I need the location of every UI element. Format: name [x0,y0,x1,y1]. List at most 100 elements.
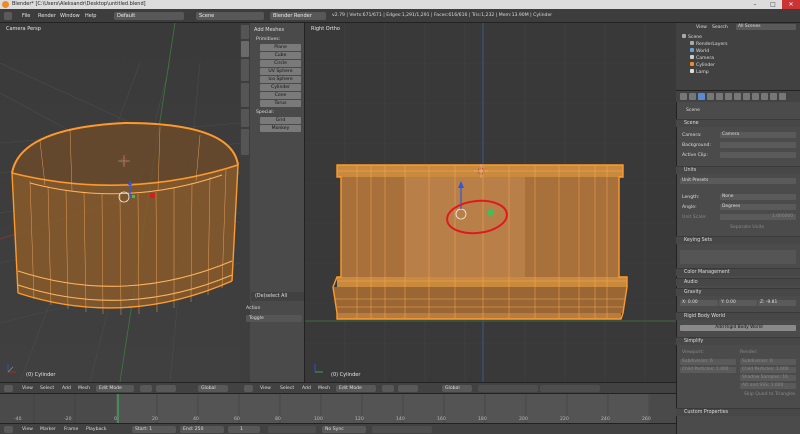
camera-field[interactable]: Camera [720,132,796,138]
right-3d-viewport[interactable]: Right Ortho (0) Cylinder [305,23,676,382]
unit-scale-field[interactable]: 1.000000 [720,214,796,220]
scene-panel-header[interactable]: Scene [676,119,800,127]
last-operator-header[interactable]: (De)select All [251,292,304,301]
add-uv-sphere-button[interactable]: UV Sphere [260,68,301,75]
menu-render[interactable]: Render [38,12,56,20]
sync-mode-dropdown[interactable]: No Sync [322,426,366,433]
menu-window[interactable]: Window [60,12,80,20]
end-frame-field[interactable]: End: 250 [180,426,224,433]
add-meshes-header[interactable]: Add Meshes [254,27,284,33]
left-select-menu[interactable]: Select [40,385,54,392]
world-context-icon[interactable] [707,93,714,100]
outliner-search-menu[interactable]: Search [712,25,728,30]
add-cube-button[interactable]: Cube [260,52,301,59]
right-pivot-dropdown[interactable] [398,385,418,392]
screen-layout-dropdown[interactable]: Default [114,12,184,20]
timeline[interactable]: -40 -20 0 20 40 60 80 100 120 140 160 18… [0,393,676,424]
shadow-samples-field[interactable]: Shadow Samples: 16 [740,375,796,381]
left-add-menu[interactable]: Add [62,385,71,392]
add-ico-sphere-button[interactable]: Ico Sphere [260,76,301,83]
right-editor-type-icon[interactable] [244,385,253,392]
audio-panel-header[interactable]: Audio [676,278,800,286]
start-frame-field[interactable]: Start: 1 [132,426,176,433]
minimize-button[interactable]: – [746,0,764,9]
skip-quad-to-triangles-checkbox[interactable]: Skip Quad to Triangles [744,392,795,397]
gravity-z-field[interactable]: Z: -9.81 [758,300,796,306]
color-management-panel-header[interactable]: Color Management [676,268,800,276]
physics-context-icon[interactable] [779,93,786,100]
timeline-frame-menu[interactable]: Frame [64,426,78,433]
background-field[interactable] [720,142,796,148]
scene-dropdown[interactable]: Scene [196,12,264,20]
left-pivot-dropdown[interactable] [156,385,176,392]
left-mode-dropdown[interactable]: Edit Mode [96,385,134,392]
add-cone-button[interactable]: Cone [260,92,301,99]
scene-context-icon[interactable] [698,93,705,100]
constraints-context-icon[interactable] [725,93,732,100]
right-shading-dropdown[interactable] [382,385,394,392]
tab-tools[interactable] [241,25,249,39]
select-mode-buttons[interactable] [478,385,538,392]
right-mesh-menu[interactable]: Mesh [318,385,330,392]
add-torus-button[interactable]: Torus [260,100,301,107]
outliner-row-lamp[interactable]: Lamp [690,69,709,75]
gravity-panel-header[interactable]: Gravity [676,288,800,296]
active-clip-field[interactable] [720,152,796,158]
outliner-row-world[interactable]: World [690,48,709,54]
tab-create[interactable] [241,41,249,57]
tab-physics[interactable] [241,109,249,127]
current-frame-field[interactable]: 1 [228,426,260,433]
timeline-marker-menu[interactable]: Marker [40,426,56,433]
simplify-panel-header[interactable]: Simplify [676,337,800,345]
add-cylinder-button[interactable]: Cylinder [260,84,301,91]
render-engine-dropdown[interactable]: Blender Render [270,12,326,20]
left-3d-viewport[interactable]: Camera Persp (0) Cylinder [0,23,240,382]
outliner-row-camera[interactable]: Camera [690,55,714,61]
ao-sss-field[interactable]: AO and SSS: 1.000 [740,383,796,389]
left-orientation-dropdown[interactable]: Global [198,385,228,392]
outliner-view-menu[interactable]: View [696,25,707,30]
editor-type-icon[interactable] [4,12,12,20]
add-rigid-body-world-button[interactable]: Add Rigid Body World [680,325,796,331]
texture-context-icon[interactable] [761,93,768,100]
outliner-row-cylinder[interactable]: Cylinder [690,62,715,68]
custom-properties-panel-header[interactable]: Custom Properties [676,408,800,416]
angle-dropdown[interactable]: Degrees [720,204,796,210]
viewport-subdivision-field[interactable]: Subdivision: 6 [680,359,736,365]
tab-grease-pencil[interactable] [241,129,249,155]
particles-context-icon[interactable] [770,93,777,100]
right-select-menu[interactable]: Select [280,385,294,392]
tab-animation[interactable] [241,83,249,107]
render-child-particles-field[interactable]: Child Particles: 1.000 [740,367,796,373]
gravity-y-field[interactable]: Y: 0.00 [719,300,757,306]
proportional-editing-buttons[interactable] [540,385,600,392]
modifiers-context-icon[interactable] [734,93,741,100]
object-context-icon[interactable] [716,93,723,100]
keying-controls[interactable] [372,426,432,433]
gravity-x-field[interactable]: X: 0.00 [680,300,718,306]
add-plane-button[interactable]: Plane [260,44,301,51]
right-view-menu[interactable]: View [260,385,271,392]
rigid-body-world-panel-header[interactable]: Rigid Body World [676,312,800,320]
menu-file[interactable]: File [22,12,30,20]
tab-relations[interactable] [241,59,249,81]
timeline-playback-menu[interactable]: Playback [86,426,107,433]
timeline-view-menu[interactable]: View [22,426,33,433]
render-layers-context-icon[interactable] [689,93,696,100]
length-dropdown[interactable]: None [720,194,796,200]
playback-controls[interactable] [268,426,316,433]
viewport-child-particles-field[interactable]: Child Particles: 1.000 [680,367,736,373]
units-panel-header[interactable]: Units [676,166,800,174]
add-monkey-button[interactable]: Monkey [260,125,301,132]
outliner-row-renderlayers[interactable]: RenderLayers [690,41,728,47]
outliner-row-scene[interactable]: Scene [682,34,702,40]
outliner-display-mode-dropdown[interactable]: All Scenes [736,24,796,30]
maximize-button[interactable]: □ [764,0,782,9]
right-mode-dropdown[interactable]: Edit Mode [336,385,376,392]
render-subdivision-field[interactable]: Subdivision: 6 [740,359,796,365]
data-context-icon[interactable] [743,93,750,100]
timeline-editor-type-icon[interactable] [4,426,13,433]
keying-sets-panel-header[interactable]: Keying Sets [676,236,800,244]
render-context-icon[interactable] [680,93,687,100]
left-editor-type-icon[interactable] [4,385,13,392]
